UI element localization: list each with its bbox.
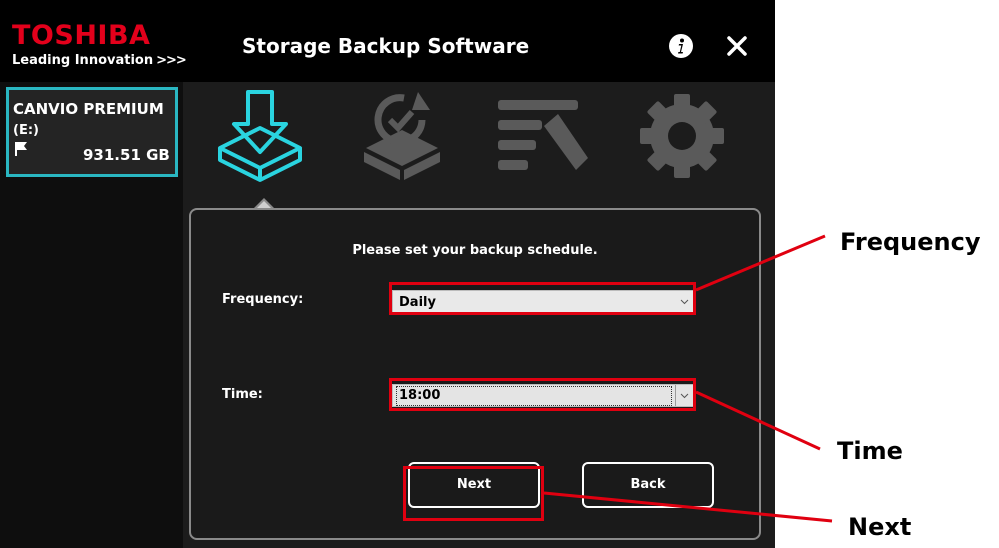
time-leader-line: [695, 390, 821, 451]
frequency-leader-line: [695, 234, 826, 292]
next-leader-line: [543, 491, 833, 523]
frequency-callout: Frequency: [840, 228, 981, 256]
callout-leader-lines: [543, 234, 833, 523]
next-callout: Next: [848, 513, 912, 541]
time-callout: Time: [837, 437, 903, 465]
